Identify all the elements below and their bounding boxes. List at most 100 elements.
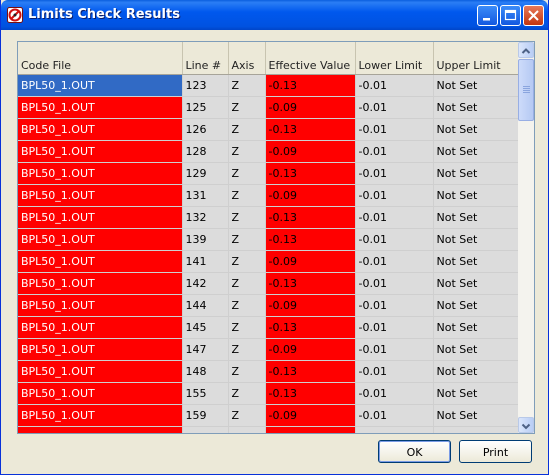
cell-lower-limit[interactable]: -0.01: [355, 206, 434, 229]
minimize-button[interactable]: [477, 5, 498, 26]
maximize-button[interactable]: [500, 5, 521, 26]
close-button[interactable]: [523, 5, 544, 26]
cell-lower-limit[interactable]: -0.01: [355, 96, 434, 119]
cell-lower-limit[interactable]: -0.01: [355, 382, 434, 405]
column-header-effective-value[interactable]: Effective Value: [265, 42, 356, 75]
scroll-up-button[interactable]: [518, 42, 534, 58]
table-row[interactable]: BPL50_1.OUT 128 Z -0.09 -0.01 Not Set: [18, 140, 519, 163]
table-row[interactable]: BPL50_1.OUT 129 Z -0.13 -0.01 Not Set: [18, 162, 519, 185]
cell-code-file[interactable]: BPL50_1.OUT: [18, 272, 183, 295]
cell-axis[interactable]: [228, 426, 266, 433]
cell-lower-limit[interactable]: -0.01: [355, 184, 434, 207]
cell-upper-limit[interactable]: Not Set: [433, 96, 519, 119]
cell-axis[interactable]: Z: [228, 118, 266, 141]
table-row[interactable]: BPL50_1.OUT 145 Z -0.13 -0.01 Not Set: [18, 316, 519, 339]
cell-axis[interactable]: Z: [228, 360, 266, 383]
cell-axis[interactable]: Z: [228, 294, 266, 317]
cell-code-file[interactable]: BPL50_1.OUT: [18, 118, 183, 141]
cell-lower-limit[interactable]: -0.01: [355, 228, 434, 251]
cell-axis[interactable]: Z: [228, 96, 266, 119]
cell-lower-limit[interactable]: -0.01: [355, 162, 434, 185]
scroll-down-button[interactable]: [518, 417, 534, 433]
cell-line[interactable]: [182, 426, 229, 433]
cell-lower-limit[interactable]: -0.01: [355, 272, 434, 295]
cell-axis[interactable]: Z: [228, 74, 266, 97]
cell-effective-value[interactable]: -0.13: [265, 272, 356, 295]
cell-axis[interactable]: Z: [228, 338, 266, 361]
column-header-code-file[interactable]: Code File: [18, 42, 183, 75]
cell-upper-limit[interactable]: Not Set: [433, 272, 519, 295]
column-header-upper-limit[interactable]: Upper Limit: [433, 42, 519, 75]
cell-upper-limit[interactable]: [433, 426, 519, 433]
cell-effective-value[interactable]: -0.09: [265, 250, 356, 273]
cell-code-file[interactable]: BPL50_1.OUT: [18, 162, 183, 185]
column-header-lower-limit[interactable]: Lower Limit: [355, 42, 434, 75]
cell-lower-limit[interactable]: -0.01: [355, 404, 434, 427]
cell-effective-value[interactable]: -0.13: [265, 382, 356, 405]
cell-code-file[interactable]: BPL50_1.OUT: [18, 338, 183, 361]
cell-upper-limit[interactable]: Not Set: [433, 338, 519, 361]
cell-code-file[interactable]: BPL50_1.OUT: [18, 404, 183, 427]
cell-line[interactable]: 139: [182, 228, 229, 251]
cell-code-file[interactable]: BPL50_1.OUT: [18, 382, 183, 405]
cell-effective-value[interactable]: -0.09: [265, 184, 356, 207]
cell-upper-limit[interactable]: Not Set: [433, 74, 519, 97]
cell-lower-limit[interactable]: -0.01: [355, 118, 434, 141]
cell-axis[interactable]: Z: [228, 228, 266, 251]
vertical-scrollbar[interactable]: [518, 42, 534, 433]
cell-line[interactable]: 128: [182, 140, 229, 163]
cell-code-file[interactable]: BPL50_1.OUT: [18, 140, 183, 163]
cell-upper-limit[interactable]: Not Set: [433, 140, 519, 163]
cell-lower-limit[interactable]: -0.01: [355, 338, 434, 361]
cell-axis[interactable]: Z: [228, 250, 266, 273]
cell-code-file[interactable]: BPL50_1.OUT: [18, 96, 183, 119]
cell-effective-value[interactable]: -0.13: [265, 74, 356, 97]
table-row[interactable]: BPL50_1.OUT 159 Z -0.09 -0.01 Not Set: [18, 404, 519, 427]
cell-effective-value[interactable]: -0.13: [265, 162, 356, 185]
cell-code-file[interactable]: BPL50_1.OUT: [18, 250, 183, 273]
cell-axis[interactable]: Z: [228, 206, 266, 229]
cell-upper-limit[interactable]: Not Set: [433, 404, 519, 427]
cell-effective-value[interactable]: -0.13: [265, 118, 356, 141]
cell-effective-value[interactable]: -0.09: [265, 338, 356, 361]
table-row[interactable]: BPL50_1.OUT 147 Z -0.09 -0.01 Not Set: [18, 338, 519, 361]
cell-axis[interactable]: Z: [228, 184, 266, 207]
cell-upper-limit[interactable]: Not Set: [433, 206, 519, 229]
cell-line[interactable]: 131: [182, 184, 229, 207]
table-row[interactable]: BPL50_1.OUT 126 Z -0.13 -0.01 Not Set: [18, 118, 519, 141]
cell-line[interactable]: 132: [182, 206, 229, 229]
cell-effective-value[interactable]: -0.09: [265, 96, 356, 119]
cell-line[interactable]: 142: [182, 272, 229, 295]
cell-effective-value[interactable]: -0.13: [265, 206, 356, 229]
cell-axis[interactable]: Z: [228, 316, 266, 339]
table-row[interactable]: BPL50_1.OUT 148 Z -0.13 -0.01 Not Set: [18, 360, 519, 383]
cell-line[interactable]: 126: [182, 118, 229, 141]
cell-upper-limit[interactable]: Not Set: [433, 316, 519, 339]
cell-lower-limit[interactable]: [355, 426, 434, 433]
cell-effective-value[interactable]: -0.13: [265, 316, 356, 339]
cell-code-file[interactable]: BPL50_1.OUT: [18, 184, 183, 207]
cell-axis[interactable]: Z: [228, 140, 266, 163]
cell-effective-value[interactable]: -0.13: [265, 228, 356, 251]
table-row[interactable]: BPL50_1.OUT 142 Z -0.13 -0.01 Not Set: [18, 272, 519, 295]
cell-upper-limit[interactable]: Not Set: [433, 382, 519, 405]
cell-lower-limit[interactable]: -0.01: [355, 316, 434, 339]
cell-lower-limit[interactable]: -0.01: [355, 74, 434, 97]
table-row[interactable]: BPL50_1.OUT 144 Z -0.09 -0.01 Not Set: [18, 294, 519, 317]
table-row[interactable]: [18, 426, 519, 433]
cell-axis[interactable]: Z: [228, 272, 266, 295]
cell-line[interactable]: 125: [182, 96, 229, 119]
column-header-axis[interactable]: Axis: [228, 42, 266, 75]
cell-line[interactable]: 145: [182, 316, 229, 339]
cell-line[interactable]: 159: [182, 404, 229, 427]
results-grid[interactable]: Code File Line # Axis Effective Value Lo…: [17, 41, 535, 434]
cell-upper-limit[interactable]: Not Set: [433, 360, 519, 383]
cell-effective-value[interactable]: [265, 426, 356, 433]
cell-upper-limit[interactable]: Not Set: [433, 250, 519, 273]
table-row[interactable]: BPL50_1.OUT 123 Z -0.13 -0.01 Not Set: [18, 74, 519, 97]
table-row[interactable]: BPL50_1.OUT 141 Z -0.09 -0.01 Not Set: [18, 250, 519, 273]
cell-code-file[interactable]: BPL50_1.OUT: [18, 74, 183, 97]
cell-axis[interactable]: Z: [228, 382, 266, 405]
cell-effective-value[interactable]: -0.09: [265, 294, 356, 317]
cell-axis[interactable]: Z: [228, 162, 266, 185]
